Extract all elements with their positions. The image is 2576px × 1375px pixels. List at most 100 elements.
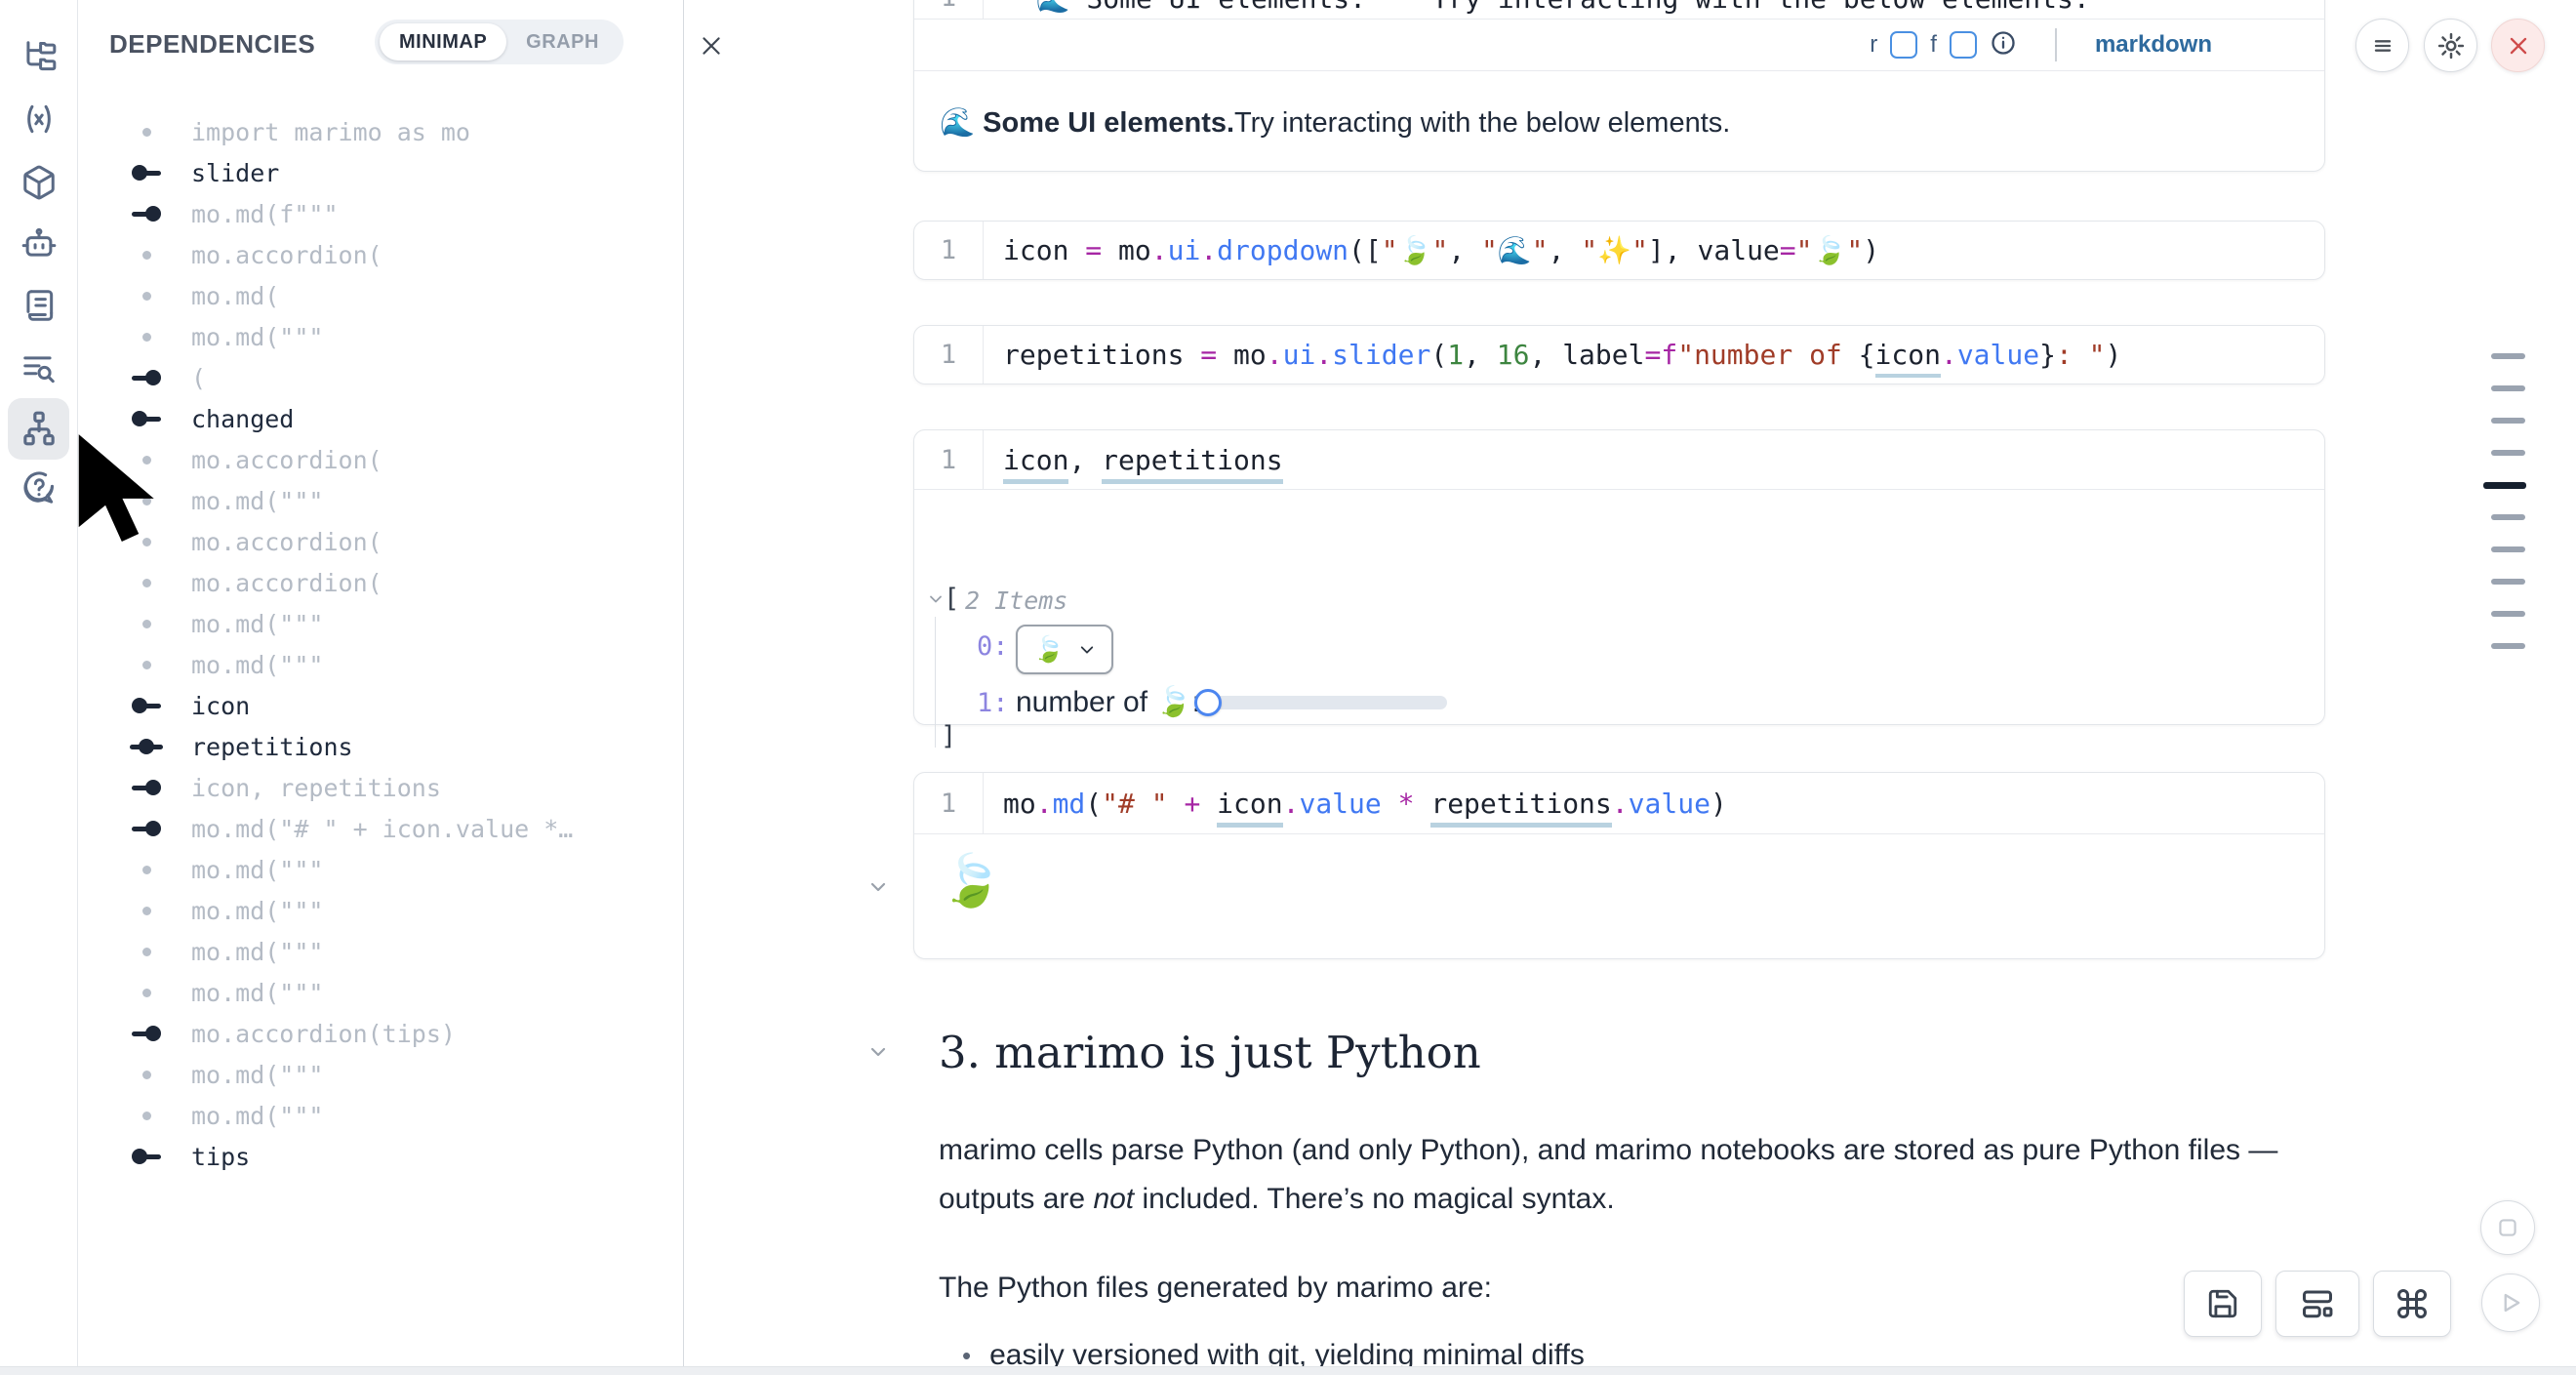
defines-variable-marker-icon	[115, 1149, 178, 1164]
cell-position-marker[interactable]	[2491, 385, 2525, 391]
code-editor-line[interactable]: 1 icon, repetitions	[914, 430, 2324, 490]
minimap-row[interactable]: icon	[78, 685, 683, 726]
packages-icon[interactable]	[19, 162, 60, 203]
cell-position-marker[interactable]	[2483, 482, 2526, 489]
minimap-row[interactable]: icon, repetitions	[78, 767, 683, 808]
minimap-row[interactable]: mo.md("# " + icon.value *…	[78, 808, 683, 849]
cell-position-marker[interactable]	[2491, 611, 2525, 617]
cell-position-marker[interactable]	[2491, 514, 2525, 520]
minimap-row[interactable]: mo.md(	[78, 275, 683, 316]
minimap-row[interactable]: mo.md("""	[78, 1054, 683, 1095]
minimap-row[interactable]: (	[78, 357, 683, 398]
settings-button[interactable]	[2424, 19, 2477, 72]
variables-icon[interactable]	[19, 99, 60, 140]
minimap-row[interactable]: mo.md("""	[78, 890, 683, 931]
minimap-cell-list: import marimo as moslider mo.md(f""" mo.ac…	[78, 111, 683, 1177]
close-icon	[2506, 33, 2531, 59]
cell-dot-icon	[115, 620, 178, 628]
minimap-row-label: mo.md("""	[191, 938, 323, 966]
tab-graph[interactable]: GRAPH	[506, 23, 619, 61]
minimap-row[interactable]: repetitions	[78, 726, 683, 767]
cell-position-marker[interactable]	[2491, 418, 2525, 424]
help-icon[interactable]	[19, 467, 60, 508]
line-number: 1	[914, 430, 984, 489]
minimap-row[interactable]: mo.md("""	[78, 316, 683, 357]
open-bracket: [	[944, 584, 959, 614]
section-heading: 3. marimo is just Python	[939, 1027, 1481, 1078]
uses-variable-marker-icon	[115, 821, 178, 836]
slider-track[interactable]	[1195, 696, 1447, 709]
play-icon	[2497, 1289, 2524, 1316]
run-all-button[interactable]	[2481, 1274, 2540, 1332]
save-icon	[2206, 1287, 2239, 1320]
cell-position-marker[interactable]	[2491, 450, 2525, 456]
cell-position-marker[interactable]	[2491, 643, 2525, 649]
code-editor-line[interactable]: 1 **🌊 Some UI elements.** Try interactin…	[914, 0, 2324, 20]
stop-button[interactable]	[2480, 1200, 2535, 1255]
shortcuts-button[interactable]	[2373, 1271, 2451, 1337]
cell-position-marker[interactable]	[2491, 579, 2525, 585]
shutdown-button[interactable]	[2491, 19, 2545, 72]
minimap-row-label: mo.accordion(	[191, 446, 382, 474]
cell-dot-icon	[115, 907, 178, 915]
collapse-chevron-icon[interactable]	[926, 589, 946, 614]
minimap-row-label: mo.md("""	[191, 856, 323, 884]
minimap-row[interactable]: mo.accordion(	[78, 439, 683, 480]
scratchpad-icon[interactable]	[19, 285, 60, 326]
ai-assistant-icon[interactable]	[19, 223, 60, 264]
minimap-row[interactable]: mo.md("""	[78, 603, 683, 644]
minimap-row[interactable]: mo.md("""	[78, 480, 683, 521]
cell-dot-icon	[115, 866, 178, 874]
minimap-row[interactable]: mo.md("""	[78, 972, 683, 1013]
menu-button[interactable]	[2355, 19, 2409, 72]
panel-close-icon[interactable]	[697, 31, 726, 61]
dependencies-icon[interactable]	[19, 408, 60, 449]
reactive-checkbox[interactable]	[1890, 31, 1917, 59]
activity-bar	[0, 0, 78, 1366]
file-tree-icon[interactable]	[19, 36, 60, 77]
minimap-row[interactable]: mo.md("""	[78, 1095, 683, 1136]
leaf-emoji: 🍃	[1033, 634, 1065, 665]
defines-and-uses-marker-icon	[115, 739, 178, 754]
save-button[interactable]	[2184, 1271, 2262, 1337]
code-cell-slider: 1 repetitions = mo.ui.slider(1, 16, labe…	[913, 325, 2325, 384]
minimap-row[interactable]: mo.accordion(	[78, 562, 683, 603]
minimap-row[interactable]: mo.md("""	[78, 931, 683, 972]
uses-variable-marker-icon	[115, 206, 178, 222]
tab-minimap[interactable]: MINIMAP	[380, 23, 506, 61]
dropdown-widget[interactable]: 🍃	[1016, 625, 1113, 674]
section-collapse-chevron-icon[interactable]	[866, 1040, 890, 1069]
minimap-row[interactable]: changed	[78, 398, 683, 439]
uses-variable-marker-icon	[115, 780, 178, 795]
minimap-row[interactable]: mo.accordion(	[78, 234, 683, 275]
minimap-row[interactable]: mo.accordion(tips)	[78, 1013, 683, 1054]
code-editor-line[interactable]: 1 icon = mo.ui.dropdown(["🍃", "🌊", "✨"],…	[914, 222, 2324, 279]
code-editor-line[interactable]: 1 repetitions = mo.ui.slider(1, 16, labe…	[914, 326, 2324, 384]
paragraph: The Python files generated by marimo are…	[939, 1264, 2336, 1313]
minimap-row-label: mo.md(	[191, 282, 279, 310]
minimap-row[interactable]: import marimo as mo	[78, 111, 683, 152]
minimap-row[interactable]: slider	[78, 152, 683, 193]
cell-position-marker[interactable]	[2491, 353, 2525, 359]
items-count: 2 Items	[965, 586, 1067, 615]
wave-emoji: 🌊	[940, 106, 975, 140]
dependencies-panel: DEPENDENCIES MINIMAP GRAPH import marimo…	[78, 0, 684, 1366]
slider-thumb[interactable]	[1194, 689, 1222, 716]
code-editor-line[interactable]: 1 mo.md("# " + icon.value * repetitions.…	[914, 773, 2324, 834]
minimap-row[interactable]: tips	[78, 1136, 683, 1177]
minimap-row-label: mo.md("""	[191, 651, 323, 679]
minimap-row-label: mo.md(f"""	[191, 200, 339, 228]
info-icon[interactable]	[1990, 29, 2017, 61]
list-search-icon[interactable]	[19, 348, 60, 389]
minimap-row[interactable]: mo.md(f"""	[78, 193, 683, 234]
cell-dot-icon	[115, 989, 178, 997]
layout-button[interactable]	[2275, 1271, 2359, 1337]
minimap-row[interactable]: mo.md("""	[78, 644, 683, 685]
minimap-row-label: changed	[191, 405, 294, 433]
minimap-row[interactable]: mo.accordion(	[78, 521, 683, 562]
format-checkbox[interactable]	[1950, 31, 1977, 59]
collapse-chevron-icon[interactable]	[866, 875, 890, 904]
tuple-output: [ 2 Items 0: 🍃 1: number of 🍃: ]	[914, 490, 2324, 725]
cell-position-marker[interactable]	[2491, 546, 2525, 552]
minimap-row[interactable]: mo.md("""	[78, 849, 683, 890]
